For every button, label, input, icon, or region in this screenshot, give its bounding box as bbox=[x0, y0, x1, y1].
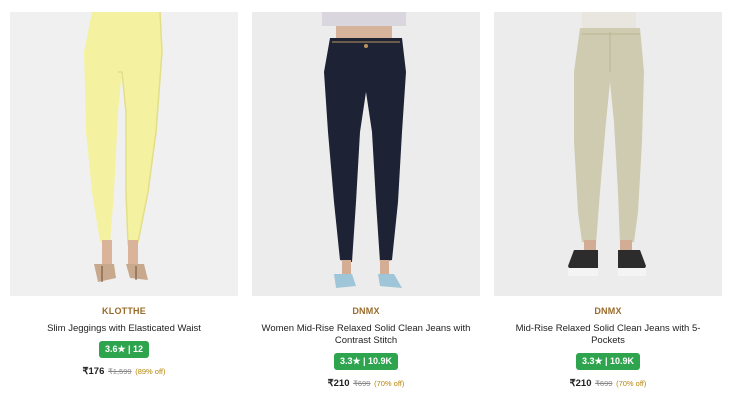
product-price: ₹210 bbox=[569, 378, 592, 389]
product-photo-navy-jeans bbox=[252, 12, 480, 296]
rating-badge: 3.3★ | 10.9K bbox=[575, 353, 641, 370]
product-image[interactable] bbox=[494, 12, 722, 296]
product-name[interactable]: Mid-Rise Relaxed Solid Clean Jeans with … bbox=[494, 323, 722, 347]
product-name[interactable]: Slim Jeggings with Elasticated Waist bbox=[10, 323, 238, 335]
product-name[interactable]: Women Mid-Rise Relaxed Solid Clean Jeans… bbox=[252, 323, 480, 347]
product-grid: KLOTTHE Slim Jeggings with Elasticated W… bbox=[0, 0, 732, 412]
product-price: ₹210 bbox=[327, 378, 350, 389]
product-discount: (89% off) bbox=[135, 367, 166, 376]
product-mrp: ₹699 bbox=[595, 379, 613, 388]
product-price: ₹176 bbox=[82, 366, 105, 377]
product-mrp: ₹699 bbox=[353, 379, 371, 388]
product-brand: DNMX bbox=[352, 306, 380, 316]
product-card[interactable]: DNMX Women Mid-Rise Relaxed Solid Clean … bbox=[252, 12, 480, 407]
product-mrp: ₹1,599 bbox=[108, 367, 132, 376]
product-photo-beige-jeans bbox=[494, 12, 722, 296]
product-photo-yellow-jeggings bbox=[10, 12, 238, 296]
product-image[interactable] bbox=[10, 12, 238, 296]
product-discount: (70% off) bbox=[616, 379, 647, 388]
price-row: ₹210 ₹699 (70% off) bbox=[252, 378, 480, 389]
product-brand: DNMX bbox=[594, 306, 622, 316]
rating-badge: 3.6★ | 12 bbox=[98, 341, 150, 358]
product-brand: KLOTTHE bbox=[102, 306, 146, 316]
product-card[interactable]: DNMX Mid-Rise Relaxed Solid Clean Jeans … bbox=[494, 12, 722, 407]
price-row: ₹176 ₹1,599 (89% off) bbox=[10, 366, 238, 377]
rating-badge: 3.3★ | 10.9K bbox=[333, 353, 399, 370]
product-card[interactable]: KLOTTHE Slim Jeggings with Elasticated W… bbox=[10, 12, 238, 407]
price-row: ₹210 ₹699 (70% off) bbox=[494, 378, 722, 389]
product-image[interactable] bbox=[252, 12, 480, 296]
product-discount: (70% off) bbox=[374, 379, 405, 388]
